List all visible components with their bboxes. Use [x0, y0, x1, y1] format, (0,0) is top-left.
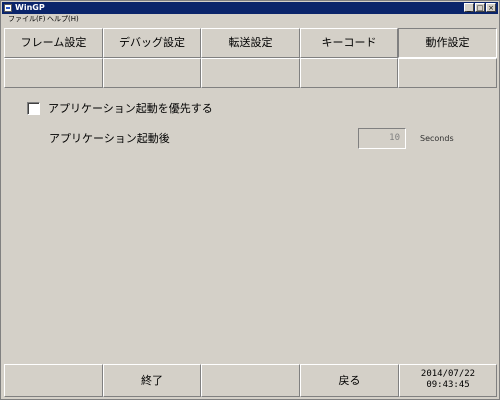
- tab-keycode[interactable]: キーコード: [300, 28, 398, 58]
- menu-file[interactable]: ファイル(F): [6, 14, 48, 25]
- title-bar[interactable]: WinGP _ □ ×: [2, 2, 498, 14]
- window-title: WinGP: [15, 3, 45, 12]
- maximize-button[interactable]: □: [475, 3, 485, 12]
- clock-time: 09:43:45: [426, 380, 470, 390]
- startup-priority-checkbox[interactable]: [27, 102, 40, 115]
- startup-priority-label[interactable]: アプリケーション起動を優先する: [48, 102, 213, 115]
- tab-debug-settings[interactable]: デバッグ設定: [103, 28, 201, 58]
- exit-button[interactable]: 終了: [103, 364, 201, 397]
- subtab-4[interactable]: [300, 58, 398, 88]
- subtab-2[interactable]: [103, 58, 201, 88]
- bottom-slot-1[interactable]: [4, 364, 103, 397]
- clock-display: 2014/07/22 09:43:45: [399, 364, 497, 397]
- tab-transfer-settings[interactable]: 転送設定: [201, 28, 300, 58]
- back-button[interactable]: 戻る: [300, 364, 399, 397]
- menu-help[interactable]: ヘルプ(H): [45, 14, 81, 25]
- tab-operation-settings[interactable]: 動作設定: [398, 28, 497, 58]
- tab-frame-settings[interactable]: フレーム設定: [4, 28, 103, 58]
- close-button[interactable]: ×: [486, 3, 496, 12]
- bottom-slot-3[interactable]: [201, 364, 300, 397]
- clock-date: 2014/07/22: [420, 369, 476, 379]
- minimize-button[interactable]: _: [464, 3, 474, 12]
- startup-delay-label: アプリケーション起動後: [49, 132, 170, 145]
- subtab-5[interactable]: [398, 58, 497, 88]
- menu-bar: ファイル(F) ヘルプ(H): [2, 14, 498, 25]
- subtab-3[interactable]: [201, 58, 300, 88]
- startup-delay-input[interactable]: 10: [358, 128, 406, 149]
- app-icon: [4, 4, 12, 12]
- subtab-1[interactable]: [4, 58, 103, 88]
- delay-unit-label: Seconds: [420, 134, 454, 143]
- app-window: WinGP _ □ × ファイル(F) ヘルプ(H) フレーム設定 デバッグ設定…: [0, 0, 500, 400]
